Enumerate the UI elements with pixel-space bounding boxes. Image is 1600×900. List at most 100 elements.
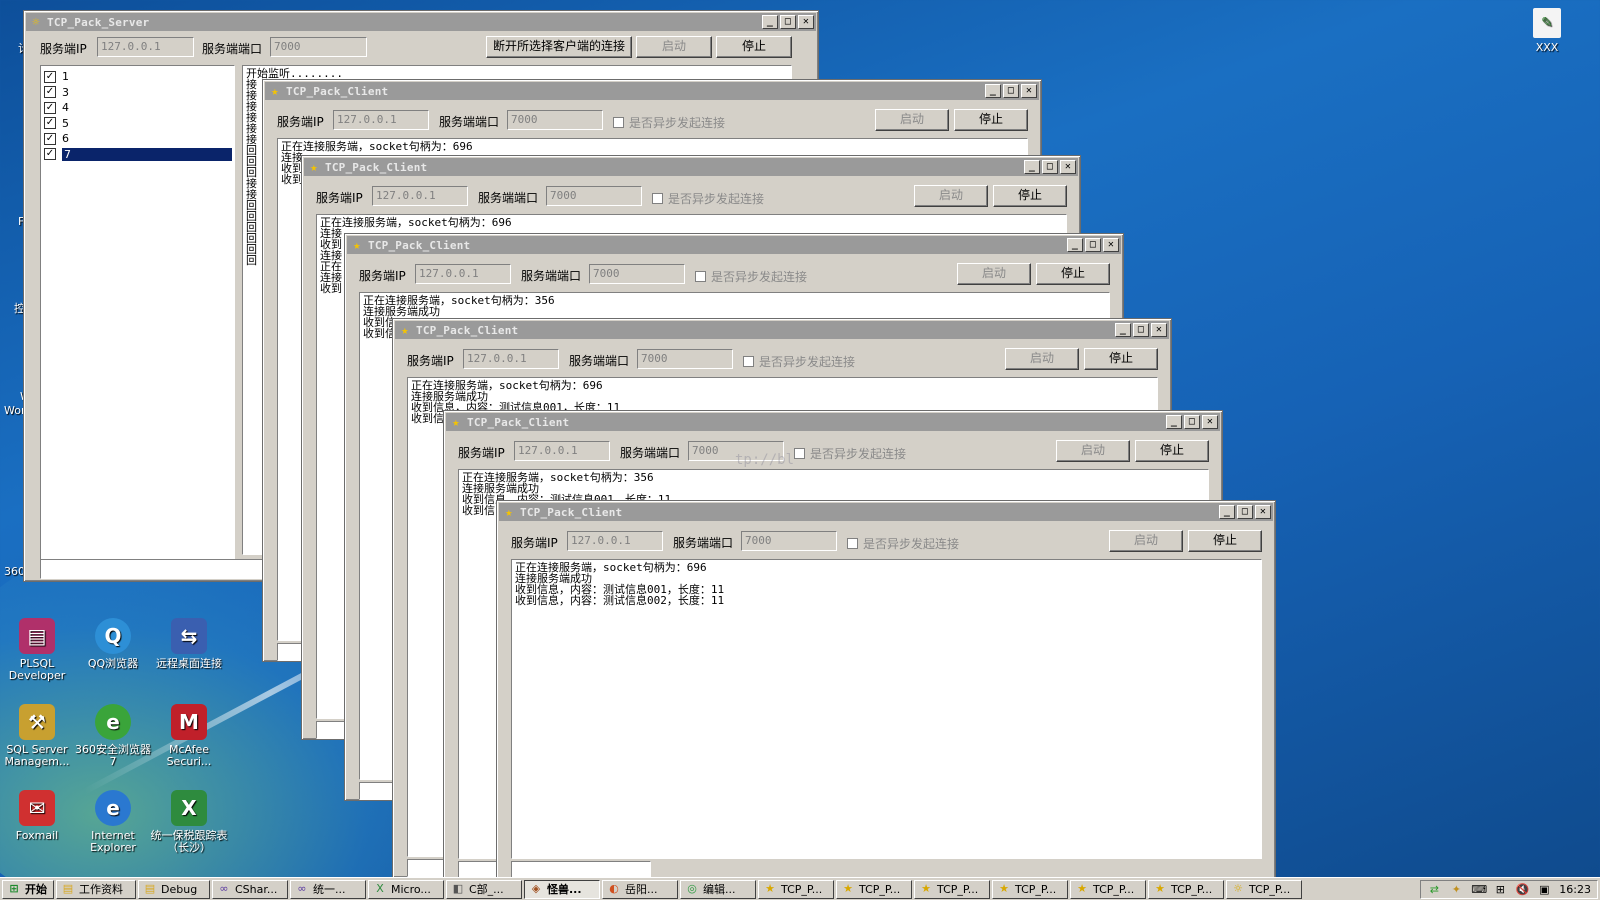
checkbox[interactable]: ✓ xyxy=(44,101,56,114)
checkbox[interactable]: ✓ xyxy=(44,70,56,83)
taskbar-item[interactable]: ★ TCP_P... xyxy=(836,879,912,899)
desktop-icon-remote-desktop[interactable]: ⇆ 远程桌面连接 xyxy=(148,618,230,670)
checkbox[interactable] xyxy=(847,538,858,549)
windows-icon[interactable]: ⊞ xyxy=(1493,883,1507,897)
desktop-icon-qq-browser[interactable]: Q QQ浏览器 xyxy=(72,618,154,670)
client-stop-button[interactable]: 停止 xyxy=(993,185,1067,207)
async-connect-checkbox[interactable]: 是否异步发起连接 xyxy=(847,535,959,552)
checkbox[interactable] xyxy=(794,448,805,459)
maximize-button[interactable]: □ xyxy=(1003,84,1019,98)
maximize-button[interactable]: □ xyxy=(1133,323,1149,337)
taskbar-item[interactable]: ★ TCP_P... xyxy=(914,879,990,899)
taskbar-item[interactable]: ☼ TCP_P... xyxy=(1226,879,1302,899)
maximize-button[interactable]: □ xyxy=(780,15,796,29)
minimize-button[interactable]: _ xyxy=(1024,160,1040,174)
client-ip-field[interactable]: 127.0.0.1 xyxy=(567,531,663,551)
client-titlebar[interactable]: ★ TCP_Pack_Client _ □ ✕ xyxy=(446,413,1220,431)
client-list-item[interactable]: ✓ 1 xyxy=(43,69,232,85)
client-titlebar[interactable]: ★ TCP_Pack_Client _ □ ✕ xyxy=(265,82,1039,100)
volume-muted-icon[interactable]: 🔇 xyxy=(1515,883,1529,897)
client-ip-field[interactable]: 127.0.0.1 xyxy=(463,349,559,369)
desktop-icon-xxx[interactable]: ✎ XXX xyxy=(1517,8,1577,54)
client-titlebar[interactable]: ★ TCP_Pack_Client _ □ ✕ xyxy=(395,321,1169,339)
client-stop-button[interactable]: 停止 xyxy=(954,109,1028,131)
async-connect-checkbox[interactable]: 是否异步发起连接 xyxy=(652,190,764,207)
maximize-button[interactable]: □ xyxy=(1042,160,1058,174)
client-list-item[interactable]: ✓ 3 xyxy=(43,85,232,101)
minimize-button[interactable]: _ xyxy=(985,84,1001,98)
client-ip-field[interactable]: 127.0.0.1 xyxy=(333,110,429,130)
close-button[interactable]: ✕ xyxy=(1060,160,1076,174)
minimize-button[interactable]: _ xyxy=(1219,505,1235,519)
async-connect-checkbox[interactable]: 是否异步发起连接 xyxy=(695,268,807,285)
clock[interactable]: 16:23 xyxy=(1559,883,1591,896)
client-log[interactable]: 正在连接服务端，socket句柄为：696 连接服务端成功 收到信息，内容：测试信息… xyxy=(511,559,1262,859)
checkbox[interactable]: ✓ xyxy=(44,117,56,130)
taskbar-item[interactable]: ∞ CShar... xyxy=(212,879,288,899)
minimize-button[interactable]: _ xyxy=(762,15,778,29)
client-start-button[interactable]: 启动 xyxy=(957,263,1031,285)
client-titlebar[interactable]: ★ TCP_Pack_Client _ □ ✕ xyxy=(347,236,1121,254)
client-port-field[interactable]: 7000 xyxy=(507,110,603,130)
desktop-icon-foxmail[interactable]: ✉ Foxmail xyxy=(0,790,78,842)
close-button[interactable]: ✕ xyxy=(1151,323,1167,337)
client-ip-field[interactable]: 127.0.0.1 xyxy=(372,186,468,206)
client-list-item[interactable]: ✓ 5 xyxy=(43,116,232,132)
close-button[interactable]: ✕ xyxy=(1255,505,1271,519)
start-button[interactable]: ⊞ 开始 xyxy=(2,879,54,899)
desktop-icon-plsql[interactable]: ▤ PLSQL Developer xyxy=(0,618,78,682)
taskbar-item[interactable]: ◎ 编辑... xyxy=(680,879,756,899)
client-list[interactable]: ✓ 1 ✓ 3 ✓ 4 ✓ 5 ✓ 6 ✓ 7 xyxy=(40,65,235,575)
async-connect-checkbox[interactable]: 是否异步发起连接 xyxy=(743,353,855,370)
client-start-button[interactable]: 启动 xyxy=(914,185,988,207)
minimize-button[interactable]: _ xyxy=(1067,238,1083,252)
maximize-button[interactable]: □ xyxy=(1085,238,1101,252)
client-start-button[interactable]: 启动 xyxy=(1109,530,1183,552)
client-window[interactable]: ★ TCP_Pack_Client _ □ ✕ 服务端IP 127.0.0.1 服务端端口 70… xyxy=(496,500,1276,880)
server-titlebar[interactable]: ☼ TCP_Pack_Server _ □ ✕ xyxy=(26,13,816,31)
checkbox[interactable]: ✓ xyxy=(44,132,56,145)
client-ip-field[interactable]: 127.0.0.1 xyxy=(415,264,511,284)
client-stop-button[interactable]: 停止 xyxy=(1188,530,1262,552)
taskbar-item[interactable]: ◧ C部_... xyxy=(446,879,522,899)
minimize-button[interactable]: _ xyxy=(1166,415,1182,429)
client-stop-button[interactable]: 停止 xyxy=(1084,348,1158,370)
taskbar-item[interactable]: ★ TCP_P... xyxy=(758,879,834,899)
taskbar-item[interactable]: ★ TCP_P... xyxy=(1148,879,1224,899)
maximize-button[interactable]: □ xyxy=(1184,415,1200,429)
checkbox[interactable]: ✓ xyxy=(44,86,56,99)
keyboard-icon[interactable]: ⌨ xyxy=(1471,883,1487,897)
taskbar-item[interactable]: ∞ 统一... xyxy=(290,879,366,899)
taskbar-item[interactable]: ◈ 怪兽... xyxy=(524,879,600,899)
server-stop-button[interactable]: 停止 xyxy=(716,36,792,58)
close-button[interactable]: ✕ xyxy=(1021,84,1037,98)
checkbox[interactable]: ✓ xyxy=(44,148,56,161)
minimize-button[interactable]: _ xyxy=(1115,323,1131,337)
desktop-icon-mcafee[interactable]: M McAfee Securi... xyxy=(148,704,230,768)
client-titlebar[interactable]: ★ TCP_Pack_Client _ □ ✕ xyxy=(499,503,1273,521)
maximize-button[interactable]: □ xyxy=(1237,505,1253,519)
client-stop-button[interactable]: 停止 xyxy=(1135,440,1209,462)
client-stop-button[interactable]: 停止 xyxy=(1036,263,1110,285)
client-port-field[interactable]: 7000 xyxy=(589,264,685,284)
client-port-field[interactable]: 7000 xyxy=(637,349,733,369)
client-list-item[interactable]: ✓ 6 xyxy=(43,131,232,147)
client-port-field[interactable]: 7000 xyxy=(546,186,642,206)
client-start-button[interactable]: 启动 xyxy=(1005,348,1079,370)
desktop-icon-ie[interactable]: e Internet Explorer xyxy=(72,790,154,854)
client-port-field[interactable]: 7000 xyxy=(741,531,837,551)
display-icon[interactable]: ▣ xyxy=(1537,883,1551,897)
async-connect-checkbox[interactable]: 是否异步发起连接 xyxy=(794,445,906,462)
taskbar-item[interactable]: ★ TCP_P... xyxy=(1070,879,1146,899)
taskbar-item[interactable]: X Micro... xyxy=(368,879,444,899)
async-connect-checkbox[interactable]: 是否异步发起连接 xyxy=(613,114,725,131)
checkbox[interactable] xyxy=(613,117,624,128)
server-start-button[interactable]: 启动 xyxy=(636,36,712,58)
disconnect-button[interactable]: 断开所选择客户端的连接 xyxy=(486,36,632,58)
close-button[interactable]: ✕ xyxy=(1202,415,1218,429)
server-ip-field[interactable]: 127.0.0.1 xyxy=(97,37,194,57)
taskbar-item[interactable]: ▤ Debug xyxy=(138,879,210,899)
taskbar-item[interactable]: ★ TCP_P... xyxy=(992,879,1068,899)
close-button[interactable]: ✕ xyxy=(1103,238,1119,252)
client-start-button[interactable]: 启动 xyxy=(875,109,949,131)
